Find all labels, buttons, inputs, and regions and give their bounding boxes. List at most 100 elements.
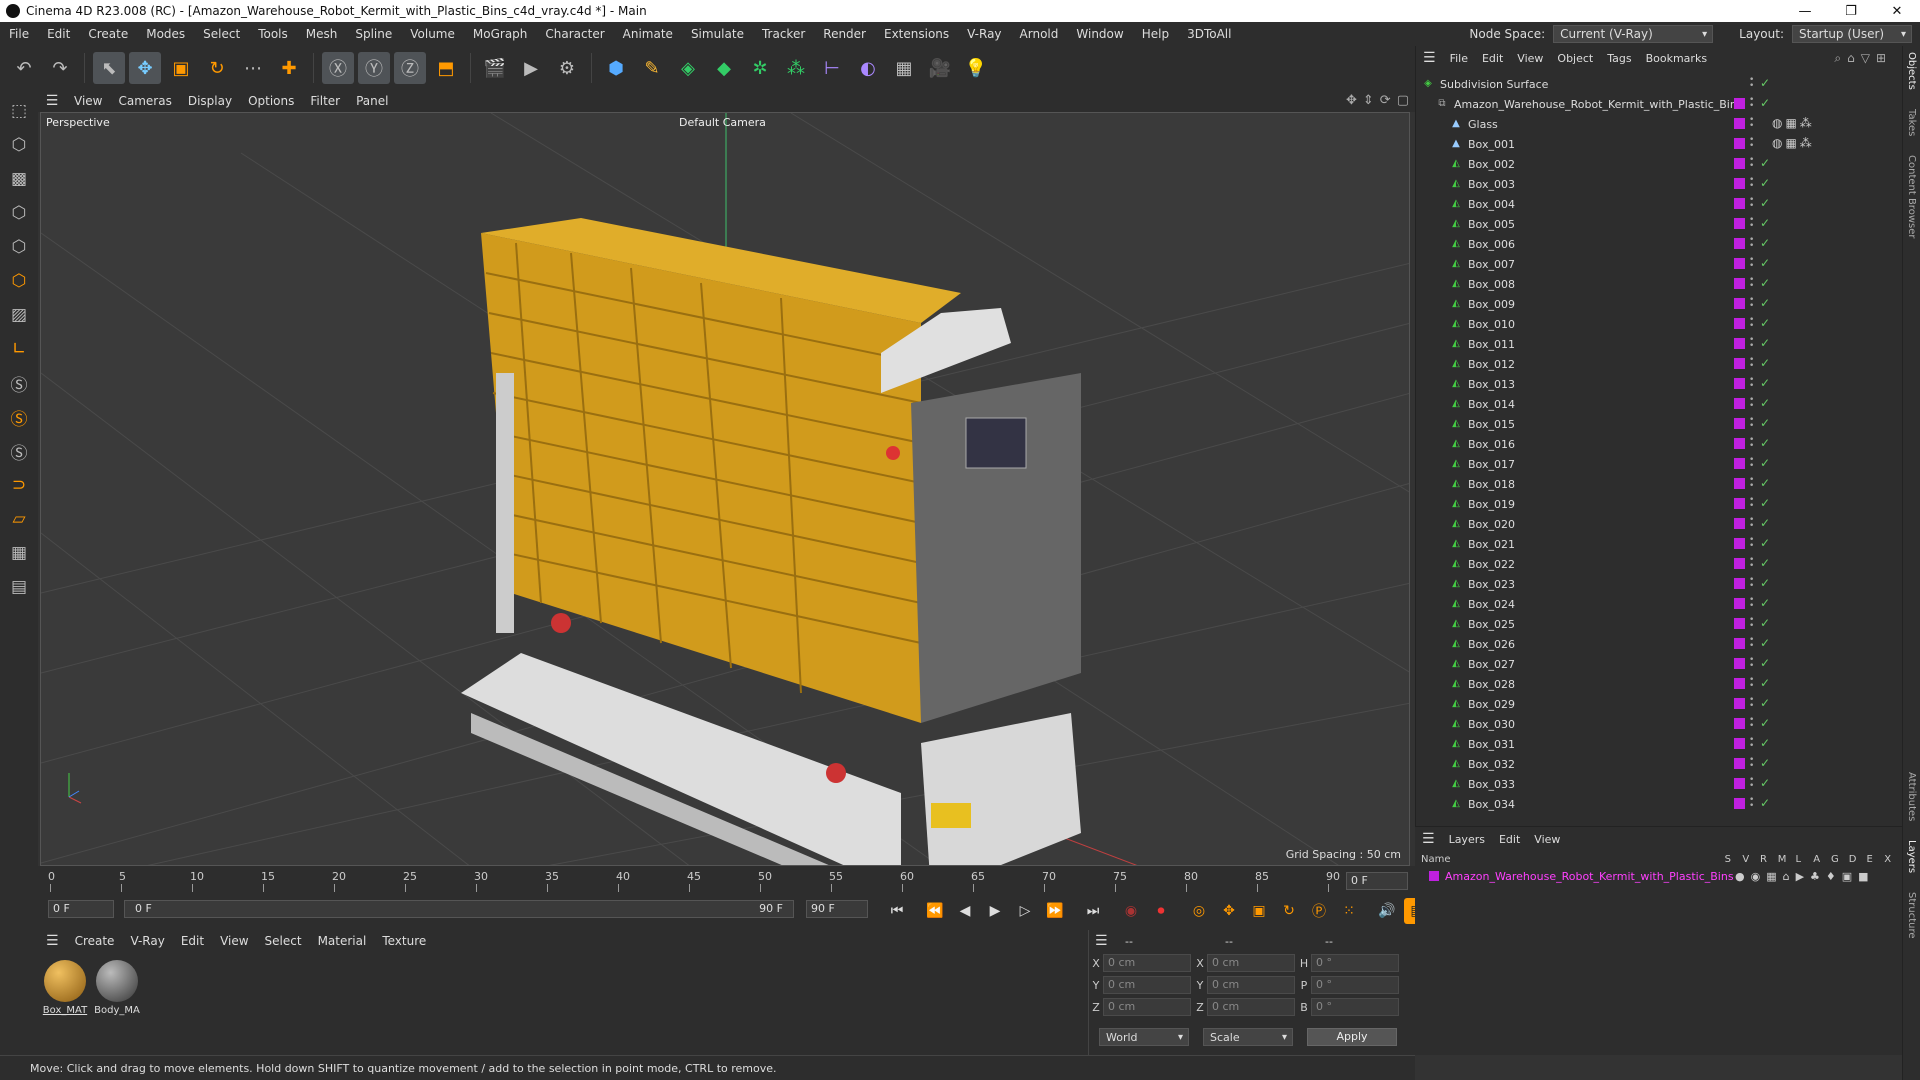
cloner-icon[interactable]: ✲ <box>744 52 776 84</box>
enabled-check-icon[interactable]: ✓ <box>1760 176 1770 190</box>
layer-color-swatch[interactable] <box>1734 498 1745 509</box>
object-row[interactable]: ◭ Box_008 • • ✓ <box>1416 274 1886 294</box>
hamburger-icon[interactable]: ☰ <box>1415 831 1442 847</box>
visibility-dots-icon[interactable]: • • <box>1749 116 1754 131</box>
rotation-b-field[interactable]: 0 ° <box>1311 998 1399 1016</box>
enabled-check-icon[interactable]: ✓ <box>1760 636 1770 650</box>
layer-color-swatch[interactable] <box>1734 218 1745 229</box>
obj-menu-bookmarks[interactable]: Bookmarks <box>1639 52 1714 65</box>
object-row[interactable]: ◭ Box_016 • • ✓ <box>1416 434 1886 454</box>
object-row[interactable]: ◭ Box_029 • • ✓ <box>1416 694 1886 714</box>
tab-takes[interactable]: Takes <box>1906 109 1917 136</box>
quantize-icon[interactable]: Ⓢ <box>4 436 34 466</box>
vp-menu-panel[interactable]: Panel <box>348 94 396 108</box>
3d-viewport[interactable]: Perspective Default Camera Grid Spacing … <box>40 112 1410 866</box>
mat-menu-vray[interactable]: V-Ray <box>122 934 172 948</box>
mat-menu-select[interactable]: Select <box>257 934 310 948</box>
object-row[interactable]: ◭ Box_025 • • ✓ <box>1416 614 1886 634</box>
grid-icon[interactable]: ▦ <box>4 538 34 568</box>
rotation-p-field[interactable]: 0 ° <box>1311 976 1399 994</box>
layer-color-swatch[interactable] <box>1734 558 1745 569</box>
key-param-icon[interactable]: Ⓟ <box>1306 898 1332 924</box>
object-row[interactable]: ◭ Box_004 • • ✓ <box>1416 194 1886 214</box>
layer-color-swatch[interactable] <box>1734 458 1745 469</box>
object-row[interactable]: ◭ Box_027 • • ✓ <box>1416 654 1886 674</box>
enabled-check-icon[interactable]: ✓ <box>1760 516 1770 530</box>
mat-menu-edit[interactable]: Edit <box>173 934 212 948</box>
orbit-icon[interactable]: ⟳ <box>1380 93 1391 108</box>
object-row[interactable]: ◭ Box_033 • • ✓ <box>1416 774 1886 794</box>
hamburger-icon[interactable]: ☰ <box>38 93 66 109</box>
object-row[interactable]: ◭ Box_015 • • ✓ <box>1416 414 1886 434</box>
layer-color-swatch[interactable] <box>1734 98 1745 109</box>
layout-select[interactable]: Startup (User) <box>1792 25 1912 43</box>
object-row[interactable]: ◭ Box_034 • • ✓ <box>1416 794 1886 814</box>
magnet-icon[interactable]: ⊃ <box>4 470 34 500</box>
object-row[interactable]: ▲ Box_001 • • ◍▦⁂ <box>1416 134 1886 154</box>
visibility-dots-icon[interactable]: • • <box>1749 656 1754 671</box>
vp-menu-options[interactable]: Options <box>240 94 302 108</box>
visibility-dots-icon[interactable]: • • <box>1749 176 1754 191</box>
menu-render[interactable]: Render <box>814 27 875 41</box>
uv-mode-icon[interactable]: ▨ <box>4 300 34 330</box>
scale-z-field[interactable]: 0 cm <box>1207 998 1295 1016</box>
mat-menu-texture[interactable]: Texture <box>374 934 434 948</box>
enabled-check-icon[interactable]: ✓ <box>1760 536 1770 550</box>
visibility-dots-icon[interactable]: • • <box>1749 616 1754 631</box>
visibility-dots-icon[interactable]: • • <box>1749 216 1754 231</box>
apply-button[interactable]: Apply <box>1307 1028 1397 1046</box>
object-row[interactable]: ◭ Box_005 • • ✓ <box>1416 214 1886 234</box>
make-editable-icon[interactable]: ⬚ <box>4 96 34 126</box>
object-row[interactable]: ◭ Box_013 • • ✓ <box>1416 374 1886 394</box>
mat-menu-material[interactable]: Material <box>310 934 375 948</box>
layer-color-swatch[interactable] <box>1734 778 1745 789</box>
menu-animate[interactable]: Animate <box>614 27 682 41</box>
vp-menu-view[interactable]: View <box>66 94 110 108</box>
visibility-dots-icon[interactable]: • • <box>1749 236 1754 251</box>
polygons-mode-icon[interactable]: ⬡ <box>4 266 34 296</box>
visibility-dots-icon[interactable]: • • <box>1749 296 1754 311</box>
object-row[interactable]: ◭ Box_017 • • ✓ <box>1416 454 1886 474</box>
layer-color-swatch[interactable] <box>1734 238 1745 249</box>
object-row[interactable]: ◭ Box_011 • • ✓ <box>1416 334 1886 354</box>
layer-color-swatch[interactable] <box>1734 118 1745 129</box>
enabled-check-icon[interactable]: ✓ <box>1760 616 1770 630</box>
layer-color-swatch[interactable] <box>1734 178 1745 189</box>
visibility-dots-icon[interactable]: • • <box>1749 776 1754 791</box>
layer-color-swatch[interactable] <box>1734 578 1745 589</box>
vp-menu-display[interactable]: Display <box>180 94 240 108</box>
layer-color-swatch[interactable] <box>1734 338 1745 349</box>
material-tags-icon[interactable]: ◍▦⁂ <box>1772 136 1815 150</box>
visibility-dots-icon[interactable]: • • <box>1749 796 1754 811</box>
play-icon[interactable]: ▶ <box>982 898 1008 924</box>
menu-spline[interactable]: Spline <box>346 27 401 41</box>
enabled-check-icon[interactable]: ✓ <box>1760 296 1770 310</box>
visibility-dots-icon[interactable]: • • <box>1749 516 1754 531</box>
rotation-h-field[interactable]: 0 ° <box>1311 954 1399 972</box>
material-swatch[interactable]: Box_MAT <box>42 960 88 1016</box>
layer-color-swatch[interactable] <box>1734 358 1745 369</box>
enabled-check-icon[interactable]: ✓ <box>1760 436 1770 450</box>
layer-color-swatch[interactable] <box>1734 318 1745 329</box>
visibility-dots-icon[interactable]: • • <box>1749 76 1754 91</box>
layer-menu-layers[interactable]: Layers <box>1442 833 1492 846</box>
layer-color-swatch[interactable] <box>1734 398 1745 409</box>
mat-menu-view[interactable]: View <box>212 934 256 948</box>
menu-volume[interactable]: Volume <box>401 27 464 41</box>
menu-file[interactable]: File <box>0 27 38 41</box>
prev-key-icon[interactable]: ⏪ <box>922 898 948 924</box>
tab-objects[interactable]: Objects <box>1906 52 1917 90</box>
key-selection-icon[interactable]: ◎ <box>1186 898 1212 924</box>
visibility-dots-icon[interactable]: • • <box>1749 676 1754 691</box>
layer-color-swatch[interactable] <box>1734 598 1745 609</box>
enabled-check-icon[interactable]: ✓ <box>1760 156 1770 170</box>
scale-x-field[interactable]: 0 cm <box>1207 954 1295 972</box>
enabled-check-icon[interactable]: ✓ <box>1760 276 1770 290</box>
node-space-select[interactable]: Current (V-Ray) <box>1553 25 1714 43</box>
layer-color-swatch[interactable] <box>1734 378 1745 389</box>
timeline-ruler[interactable]: 0 5 10 15 20 25 30 35 40 45 50 55 60 65 … <box>48 870 1340 892</box>
end-frame-field[interactable]: 90 F <box>806 900 868 918</box>
render-region-icon[interactable]: 🎬 <box>479 52 511 84</box>
object-row[interactable]: ▲ Glass • • ◍▦⁂ <box>1416 114 1886 134</box>
object-row[interactable]: ◭ Box_020 • • ✓ <box>1416 514 1886 534</box>
